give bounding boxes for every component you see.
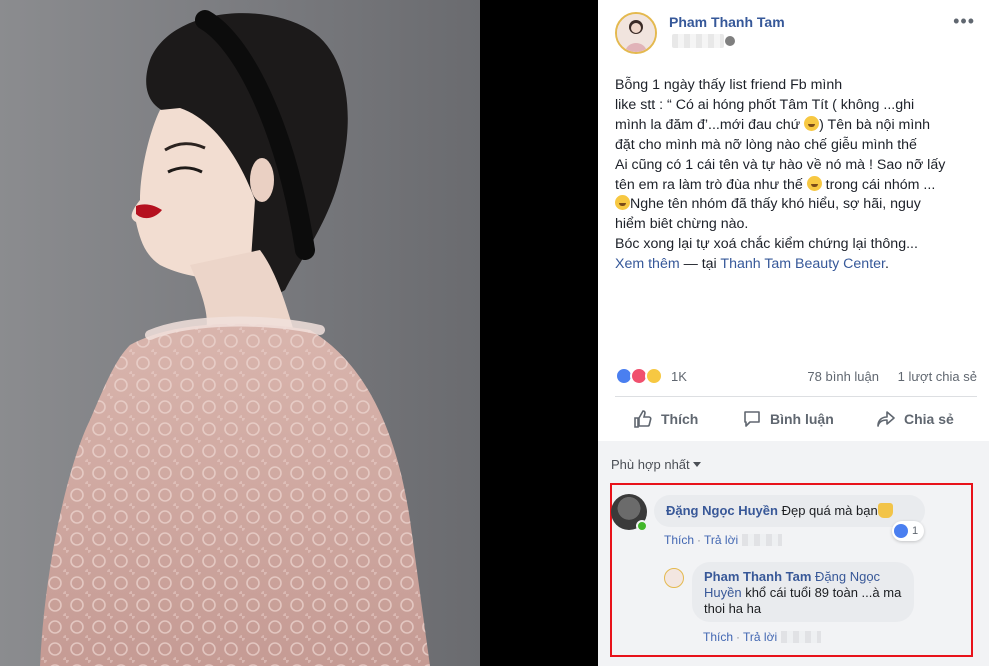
like-reaction-icon [894, 524, 908, 538]
location-suffix: . [884, 256, 889, 273]
author-name[interactable]: Pham Thanh Tam [669, 14, 785, 30]
comment-reply-link[interactable]: Trả lời [704, 533, 738, 547]
reply-timestamp-blurred[interactable] [781, 631, 822, 643]
comment-bubble: Đặng Ngọc Huyền Đẹp quá mà bạn [654, 495, 925, 527]
post-text-fragment: ) Tên bà nội mình [819, 116, 931, 133]
share-count[interactable]: 1 lượt chia sẻ [898, 369, 977, 384]
comment-reaction-pill[interactable]: 1 [892, 521, 925, 541]
comment-actions: Thích · Trả lời [664, 533, 783, 547]
post-timestamp-blurred[interactable] [672, 34, 724, 48]
comments-section: Phù hợp nhất Đặng Ngọc Huyền Đẹp quá mà … [598, 441, 989, 666]
location-separator: — tại [679, 256, 721, 273]
reply-reply-link[interactable]: Trả lời [743, 630, 777, 644]
thumbs-up-emoji-icon [877, 503, 893, 518]
location-link[interactable]: Thanh Tam Beauty Center [720, 256, 885, 272]
comment-sort-label: Phù hợp nhất [611, 457, 690, 472]
post-text-line: mình la đăm đ’...mới đau chứ ) Tên bà nộ… [615, 115, 977, 136]
reply-actions: Thích · Trả lời [703, 630, 822, 644]
comment-bubble-icon [744, 411, 760, 427]
see-more-link[interactable]: Xem thêm [615, 256, 680, 272]
thumbs-up-icon [634, 410, 652, 428]
woman-portrait-image [0, 0, 598, 666]
audience-globe-icon[interactable] [725, 36, 735, 46]
post-text: Bỗng 1 ngày thấy list friend Fb mình lik… [615, 76, 977, 275]
post-text-line: Nghe tên nhóm đã thấy khó hiểu, sợ hãi, … [615, 195, 977, 215]
separator-dot: · [736, 630, 741, 644]
post-text-line: hiểm biêt chừng nào. [615, 216, 749, 233]
comment-text: Đẹp quá mà bạn [781, 503, 878, 518]
divider [615, 396, 977, 397]
reply-author-name[interactable]: Pham Thanh Tam [704, 569, 811, 584]
post-side-panel: Pham Thanh Tam ••• Bỗng 1 ngày thấy list… [598, 0, 989, 666]
post-text-fragment: mình la đăm đ’...mới đau chứ [615, 116, 801, 133]
commenter-name[interactable]: Đặng Ngọc Huyền [666, 503, 778, 518]
reply-avatar[interactable] [664, 568, 684, 588]
post-text-line: tên em ra làm trò đùa như thế trong cái … [615, 175, 977, 196]
separator-dot: · [697, 533, 702, 547]
post-text-fragment: trong cái nhóm ... [825, 176, 936, 193]
reaction-summary: 1K 78 bình luận 1 lượt chia sẻ [615, 366, 977, 386]
comment-like-link[interactable]: Thích [664, 533, 694, 547]
caret-down-icon [692, 462, 701, 467]
comment-reaction-count: 1 [912, 525, 919, 537]
post-text-line: Xem thêm — tại Thanh Tam Beauty Center. [615, 255, 977, 275]
reply-bubble: Pham Thanh Tam Đặng Ngọc Huyền khổ cái t… [692, 562, 914, 622]
like-button-label: Thích [661, 411, 699, 427]
post-header: Pham Thanh Tam ••• [615, 12, 975, 56]
comment-button[interactable]: Bình luận [742, 400, 834, 438]
author-avatar[interactable] [615, 12, 657, 54]
laughing-emoji-icon [804, 115, 820, 131]
comment-count[interactable]: 78 bình luận [807, 369, 879, 384]
post-text-line: đặt cho mình mà nỡ lòng nào chế giễu mìn… [615, 136, 917, 153]
post-text-line: Bóc xong lại tự xoá chắc kiểm chứng lại … [615, 236, 918, 253]
post-text-fragment: Nghe tên nhóm đã thấy khó hiểu, sợ hãi, … [630, 196, 921, 213]
comment-timestamp-blurred[interactable] [742, 534, 783, 546]
like-button[interactable]: Thích [633, 400, 698, 438]
reply-like-link[interactable]: Thích [703, 630, 733, 644]
post-actions: Thích Bình luận Chia sẻ [615, 400, 977, 438]
post-text-fragment: tên em ra làm trò đùa như thế [615, 176, 803, 193]
post-photo[interactable] [0, 0, 598, 666]
post-options-button[interactable]: ••• [953, 12, 975, 30]
laughing-emoji-icon [615, 195, 630, 211]
post-text-line: Bỗng 1 ngày thấy list friend Fb mình [615, 77, 843, 93]
post-text-line: like stt : “ Có ai hóng phốt Tâm Tít ( k… [615, 96, 915, 113]
online-status-dot [636, 520, 648, 532]
reaction-count[interactable]: 1K [671, 369, 687, 384]
share-button-label: Chia sẻ [904, 411, 954, 427]
comment-sort-dropdown[interactable]: Phù hợp nhất [611, 457, 701, 472]
share-button[interactable]: Chia sẻ [876, 400, 954, 438]
post-text-line: Ai cũng có 1 cái tên và tự hào về nó mà … [615, 156, 946, 173]
comment-button-label: Bình luận [770, 411, 834, 427]
share-arrow-icon [877, 411, 895, 427]
laughing-emoji-icon [806, 175, 822, 191]
haha-reaction-icon [645, 367, 663, 385]
